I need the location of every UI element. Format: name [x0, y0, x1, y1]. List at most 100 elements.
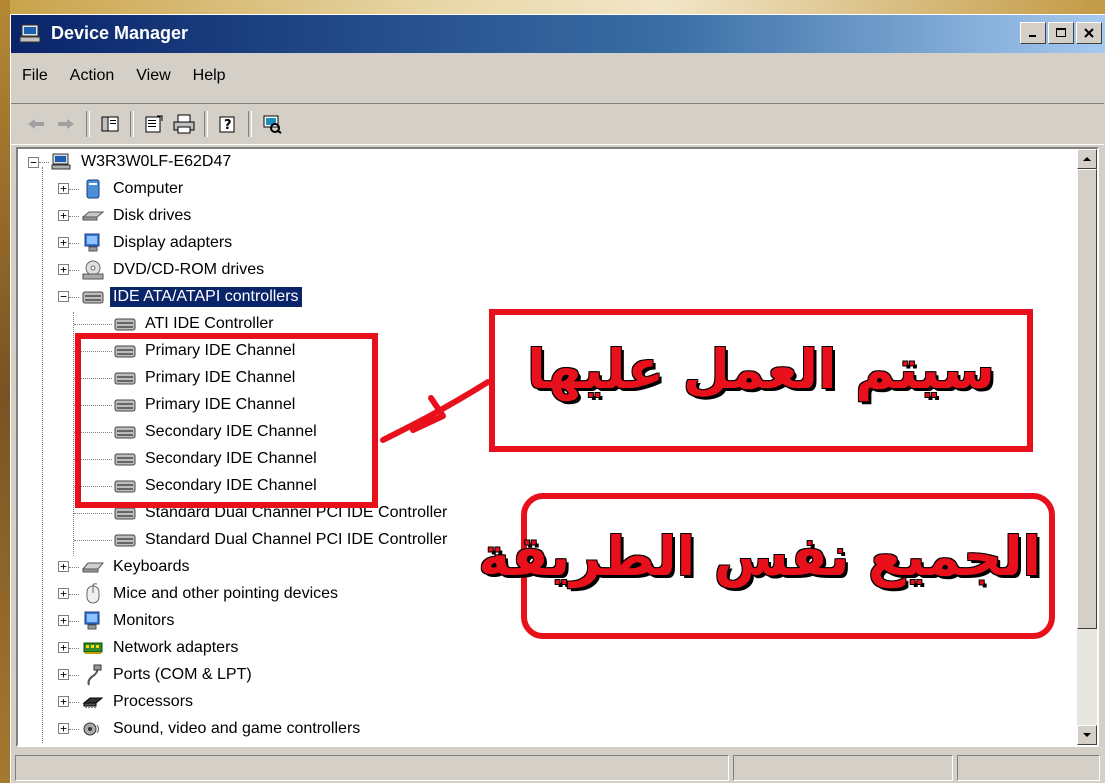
expand-toggle[interactable]: +: [58, 696, 69, 707]
category-processors[interactable]: Processors: [82, 689, 196, 715]
category-computer[interactable]: Computer: [82, 176, 186, 202]
computer-icon: [50, 151, 72, 173]
category-monitors[interactable]: Monitors: [82, 608, 177, 634]
ide-controller-icon: [114, 529, 136, 551]
tree-root-label: W3R3W0LF-E62D47: [81, 153, 232, 170]
print-button[interactable]: [169, 109, 199, 139]
device-manager-icon: [19, 24, 43, 49]
expand-toggle[interactable]: +: [58, 237, 69, 248]
expand-toggle[interactable]: +: [58, 561, 69, 572]
expand-toggle[interactable]: +: [58, 669, 69, 680]
properties-button[interactable]: [139, 109, 169, 139]
port-icon: [82, 664, 104, 686]
forward-arrow-icon: [58, 119, 74, 129]
highlight-box-ide-channels: [75, 333, 378, 508]
device-label: ATI IDE Controller: [145, 315, 274, 332]
tree-root[interactable]: W3R3W0LF-E62D47: [50, 149, 234, 175]
processor-icon: [82, 691, 104, 713]
category-label: Network adapters: [113, 639, 239, 656]
category-label: DVD/CD-ROM drives: [113, 261, 265, 278]
status-bar: [15, 755, 1100, 781]
minimize-button[interactable]: [1020, 22, 1046, 44]
menu-view[interactable]: View: [125, 67, 181, 85]
properties-icon: [145, 115, 163, 133]
ide-child-item[interactable]: Standard Dual Channel PCI IDE Controller: [114, 527, 450, 553]
menu-help[interactable]: Help: [182, 67, 237, 85]
collapse-toggle[interactable]: −: [28, 157, 39, 168]
computer-icon: [82, 178, 104, 200]
dvd-drive-icon: [82, 259, 104, 281]
expand-toggle[interactable]: +: [58, 264, 69, 275]
toolbar-separator: [130, 111, 134, 137]
sound-icon: [82, 718, 104, 740]
scan-hardware-icon: [263, 115, 282, 134]
expand-toggle[interactable]: +: [58, 642, 69, 653]
show-hide-console-tree-button[interactable]: [95, 109, 125, 139]
arrow-down-icon: [1083, 733, 1091, 737]
collapse-toggle[interactable]: −: [58, 291, 69, 302]
back-arrow-icon: [28, 119, 44, 129]
forward-button[interactable]: [51, 109, 81, 139]
help-button[interactable]: ?: [213, 109, 243, 139]
category-label: Keyboards: [113, 558, 190, 575]
annotation-text-bottom: الجميع نفس الطريقة: [478, 525, 1041, 588]
network-adapter-icon: [82, 637, 104, 659]
mouse-icon: [82, 583, 104, 605]
status-pane-3: [957, 755, 1100, 781]
vertical-scrollbar[interactable]: [1077, 149, 1097, 745]
toolbar: ?: [11, 103, 1104, 145]
category-dvd-cd-rom-drives[interactable]: DVD/CD-ROM drives: [82, 257, 267, 283]
category-keyboards[interactable]: Keyboards: [82, 554, 193, 580]
category-mice[interactable]: Mice and other pointing devices: [82, 581, 341, 607]
annotation-arrow: [380, 379, 491, 443]
ide-controller-icon: [82, 286, 104, 308]
scroll-thumb[interactable]: [1077, 169, 1097, 629]
toolbar-separator: [86, 111, 90, 137]
monitor-icon: [82, 610, 104, 632]
category-label: Computer: [113, 180, 184, 197]
toolbar-separator: [248, 111, 252, 137]
toolbar-separator: [204, 111, 208, 137]
back-button[interactable]: [21, 109, 51, 139]
window-title: Device Manager: [51, 23, 189, 43]
disk-drive-icon: [82, 205, 104, 227]
close-button[interactable]: [1076, 22, 1102, 44]
category-label: Display adapters: [113, 234, 233, 251]
category-display-adapters[interactable]: Display adapters: [82, 230, 235, 256]
status-pane-main: [15, 755, 729, 781]
category-network-adapters[interactable]: Network adapters: [82, 635, 241, 661]
expand-toggle[interactable]: +: [58, 615, 69, 626]
device-label: Standard Dual Channel PCI IDE Controller: [145, 531, 448, 548]
menu-bar: File Action View Help: [11, 61, 237, 91]
category-sound-video-game[interactable]: Sound, video and game controllers: [82, 716, 363, 742]
expand-toggle[interactable]: +: [58, 588, 69, 599]
category-label: Ports (COM & LPT): [113, 666, 252, 683]
menu-file[interactable]: File: [11, 67, 59, 85]
maximize-button[interactable]: [1048, 22, 1074, 44]
ide-controller-icon: [114, 313, 136, 335]
display-adapter-icon: [82, 232, 104, 254]
category-label: Processors: [113, 693, 194, 710]
annotation-text-top: سيتم العمل عليها: [527, 338, 995, 401]
scan-hardware-button[interactable]: [257, 109, 287, 139]
menu-action[interactable]: Action: [59, 67, 125, 85]
category-disk-drives[interactable]: Disk drives: [82, 203, 194, 229]
keyboard-icon: [82, 556, 104, 578]
arrow-up-icon: [1083, 157, 1091, 161]
category-ports[interactable]: Ports (COM & LPT): [82, 662, 255, 688]
svg-text:?: ?: [224, 118, 232, 133]
scroll-down-button[interactable]: [1077, 725, 1097, 745]
desktop-background-left: [0, 0, 10, 783]
expand-toggle[interactable]: +: [58, 210, 69, 221]
device-manager-window: Device Manager File Action View Help ? −…: [10, 14, 1105, 783]
expand-toggle[interactable]: +: [58, 723, 69, 734]
category-label: Mice and other pointing devices: [113, 585, 339, 602]
expand-toggle[interactable]: +: [58, 183, 69, 194]
printer-icon: [173, 114, 195, 134]
category-label: Disk drives: [113, 207, 192, 224]
category-ide-ata-atapi-controllers[interactable]: IDE ATA/ATAPI controllers: [82, 284, 303, 310]
category-label: Sound, video and game controllers: [113, 720, 361, 737]
help-icon: ?: [219, 116, 235, 133]
scroll-up-button[interactable]: [1077, 149, 1097, 169]
title-bar[interactable]: Device Manager: [11, 15, 1105, 53]
